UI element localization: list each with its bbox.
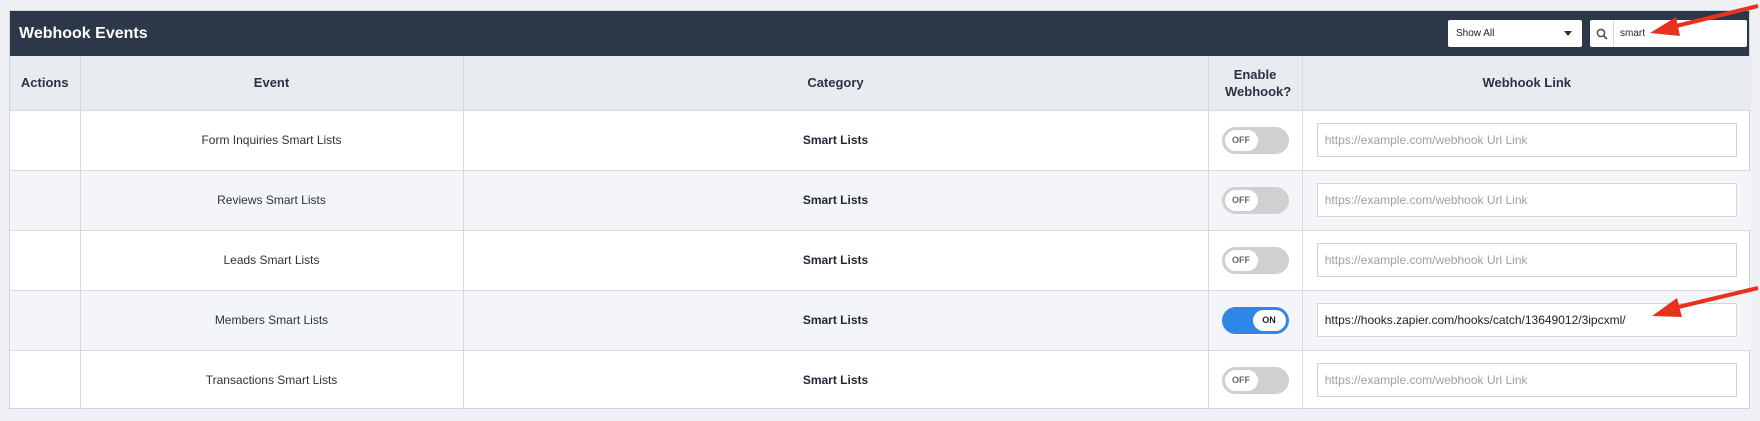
webhook-events-table: Actions Event Category Enable Webhook? W… (10, 56, 1751, 410)
webhook-url-input[interactable] (1316, 183, 1737, 217)
search-icon (1590, 20, 1614, 47)
row-actions (10, 109, 81, 170)
toggle-state-label: OFF (1224, 249, 1258, 271)
enable-webhook-toggle[interactable]: OFF (1221, 246, 1289, 274)
col-actions: Actions (10, 56, 81, 110)
enable-webhook-toggle[interactable]: OFF (1221, 126, 1289, 154)
row-actions (10, 349, 81, 410)
page-title: Webhook Events (19, 24, 148, 42)
show-filter-select[interactable]: Show All (1448, 20, 1582, 47)
webhook-url-input[interactable] (1316, 243, 1737, 277)
toggle-state-label: OFF (1224, 369, 1258, 391)
caret-down-icon (1564, 31, 1572, 36)
row-actions (10, 229, 81, 290)
row-actions (10, 169, 81, 230)
event-name: Form Inquiries Smart Lists (80, 109, 464, 170)
toggle-cell: OFF (1208, 349, 1303, 410)
webhook-events-panel: Webhook Events Show All Actions Event Ca… (9, 10, 1751, 410)
webhook-url-input[interactable] (1316, 123, 1737, 157)
category-name: Smart Lists (463, 109, 1209, 170)
toggle-state-label: ON (1252, 309, 1286, 331)
link-cell (1302, 109, 1751, 170)
event-name: Members Smart Lists (80, 289, 464, 350)
enable-webhook-toggle[interactable]: ON (1221, 306, 1289, 334)
category-name: Smart Lists (463, 349, 1209, 410)
table-row: Form Inquiries Smart Lists Smart Lists O… (10, 109, 1751, 170)
search-input[interactable] (1614, 23, 1739, 44)
event-name: Reviews Smart Lists (80, 169, 464, 230)
col-webhook-link: Webhook Link (1302, 56, 1751, 110)
toggle-cell: OFF (1208, 229, 1303, 290)
event-name: Transactions Smart Lists (80, 349, 464, 410)
link-cell (1302, 289, 1751, 350)
table-row: Leads Smart Lists Smart Lists OFF (10, 229, 1751, 290)
col-enable-webhook: Enable Webhook? (1208, 56, 1303, 110)
link-cell (1302, 169, 1751, 230)
toggle-state-label: OFF (1224, 129, 1258, 151)
col-category: Category (463, 56, 1209, 110)
table-row: Transactions Smart Lists Smart Lists OFF (10, 349, 1751, 410)
col-enable-webhook-label: Enable Webhook? (1225, 66, 1292, 99)
link-cell (1302, 349, 1751, 410)
toggle-cell: OFF (1208, 109, 1303, 170)
event-name: Leads Smart Lists (80, 229, 464, 290)
panel-header: Webhook Events Show All (10, 11, 1749, 56)
enable-webhook-toggle[interactable]: OFF (1221, 366, 1289, 394)
table-header-row: Actions Event Category Enable Webhook? W… (10, 56, 1751, 110)
col-event: Event (80, 56, 464, 110)
webhook-url-input[interactable] (1316, 303, 1737, 337)
row-actions (10, 289, 81, 350)
toggle-state-label: OFF (1224, 189, 1258, 211)
webhook-url-input[interactable] (1316, 363, 1737, 398)
filter-selected-label: Show All (1456, 28, 1495, 39)
toggle-cell: OFF (1208, 169, 1303, 230)
link-cell (1302, 229, 1751, 290)
table-row: Members Smart Lists Smart Lists ON (10, 289, 1751, 350)
category-name: Smart Lists (463, 169, 1209, 230)
category-name: Smart Lists (463, 229, 1209, 290)
category-name: Smart Lists (463, 289, 1209, 350)
table-row: Reviews Smart Lists Smart Lists OFF (10, 169, 1751, 230)
toggle-cell: ON (1208, 289, 1303, 350)
enable-webhook-toggle[interactable]: OFF (1221, 186, 1289, 214)
search-box[interactable] (1590, 20, 1747, 47)
